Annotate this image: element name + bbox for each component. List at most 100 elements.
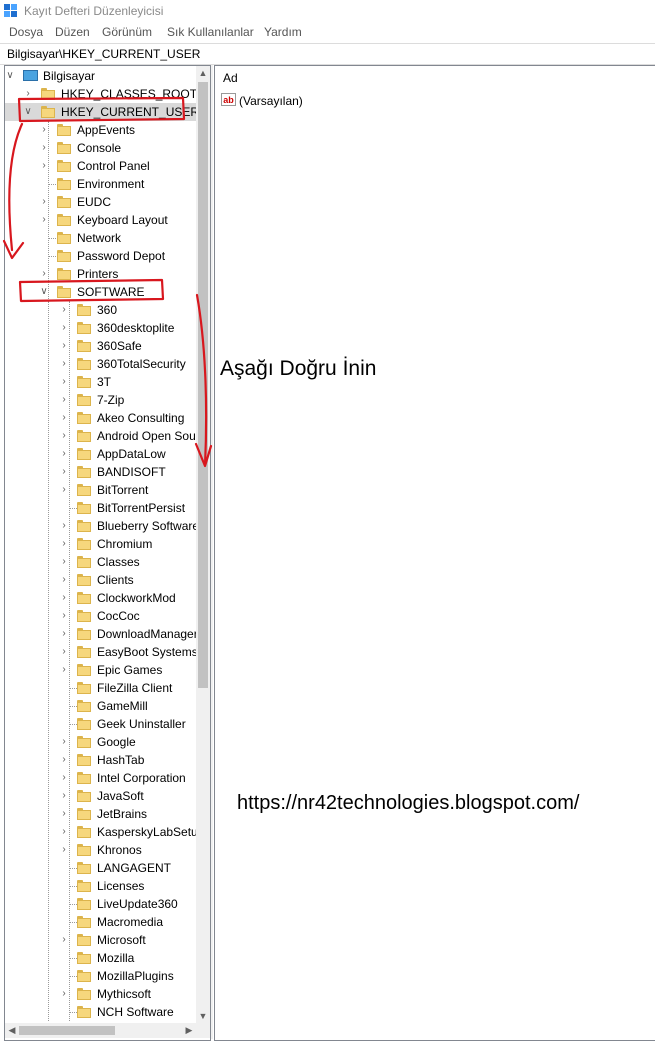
tree-item-jetbrains[interactable]: › JetBrains	[5, 805, 196, 823]
tree-item-bittorrent[interactable]: › BitTorrent	[5, 481, 196, 499]
tree-item-langagent[interactable]: LANGAGENT	[5, 859, 196, 877]
tree-item-hashtab[interactable]: › HashTab	[5, 751, 196, 769]
tree-item-7-zip[interactable]: › 7-Zip	[5, 391, 196, 409]
tree-item-keyboard-layout[interactable]: › Keyboard Layout	[5, 211, 196, 229]
tree-item-mozillaplugins[interactable]: MozillaPlugins	[5, 967, 196, 985]
tree-item-licenses[interactable]: Licenses	[5, 877, 196, 895]
tree-item-liveupdate360[interactable]: LiveUpdate360	[5, 895, 196, 913]
tree-item-bilgisayar[interactable]: ∨ Bilgisayar	[5, 67, 196, 85]
expand-chevron-icon[interactable]: ›	[59, 485, 69, 495]
expand-chevron-icon[interactable]: ›	[59, 611, 69, 621]
scroll-left-icon[interactable]: ◀	[5, 1023, 19, 1038]
tree-horizontal-scrollbar[interactable]: ◀ ▶	[5, 1023, 196, 1038]
scrollbar-thumb[interactable]	[198, 82, 208, 688]
expand-chevron-icon[interactable]: ›	[59, 665, 69, 675]
menu-help[interactable]: Yardım	[264, 25, 302, 39]
tree-item-microsoft[interactable]: › Microsoft	[5, 931, 196, 949]
expand-chevron-icon[interactable]: ›	[59, 791, 69, 801]
menu-file[interactable]: Dosya	[9, 25, 43, 39]
pane-splitter[interactable]	[211, 65, 213, 1039]
expand-chevron-icon[interactable]: ›	[59, 647, 69, 657]
expand-chevron-icon[interactable]: ›	[59, 935, 69, 945]
expand-chevron-icon[interactable]: ›	[59, 467, 69, 477]
expand-chevron-icon[interactable]: ›	[59, 773, 69, 783]
tree-item-software[interactable]: ∨ SOFTWARE	[5, 283, 196, 301]
expand-chevron-icon[interactable]: ›	[59, 557, 69, 567]
tree-item-android-open-sou[interactable]: › Android Open Sou	[5, 427, 196, 445]
tree-item-clients[interactable]: › Clients	[5, 571, 196, 589]
tree-item-network[interactable]: Network	[5, 229, 196, 247]
tree-vertical-scrollbar[interactable]: ▲ ▼	[196, 66, 210, 1023]
tree-item-akeo-consulting[interactable]: › Akeo Consulting	[5, 409, 196, 427]
tree-item-console[interactable]: › Console	[5, 139, 196, 157]
expand-chevron-icon[interactable]: ›	[59, 449, 69, 459]
tree-item-appdatalow[interactable]: › AppDataLow	[5, 445, 196, 463]
expand-chevron-icon[interactable]: ›	[59, 341, 69, 351]
tree-item-3t[interactable]: › 3T	[5, 373, 196, 391]
tree-item-chromium[interactable]: › Chromium	[5, 535, 196, 553]
tree-item-classes[interactable]: › Classes	[5, 553, 196, 571]
tree-item-eudc[interactable]: › EUDC	[5, 193, 196, 211]
tree-item-360safe[interactable]: › 360Safe	[5, 337, 196, 355]
expand-chevron-icon[interactable]: ›	[59, 575, 69, 585]
tree-item-epic-games[interactable]: › Epic Games	[5, 661, 196, 679]
tree-item-environment[interactable]: Environment	[5, 175, 196, 193]
expand-chevron-icon[interactable]: ›	[59, 845, 69, 855]
column-header-name[interactable]: Ad	[223, 71, 238, 85]
tree-item-downloadmanager[interactable]: › DownloadManager	[5, 625, 197, 643]
expand-chevron-icon[interactable]: ›	[59, 629, 69, 639]
tree-item-clockworkmod[interactable]: › ClockworkMod	[5, 589, 196, 607]
expand-chevron-icon[interactable]: ›	[59, 395, 69, 405]
tree-item-mozilla[interactable]: Mozilla	[5, 949, 196, 967]
hscrollbar-thumb[interactable]	[19, 1026, 115, 1035]
expand-chevron-icon[interactable]: ›	[59, 539, 69, 549]
tree-item-easyboot-systems[interactable]: › EasyBoot Systems	[5, 643, 197, 661]
expand-chevron-icon[interactable]: ›	[59, 305, 69, 315]
tree-pane[interactable]: ∨ Bilgisayar › HKEY_CLASSES_ROOT ∨ HKEY_CURRE…	[4, 65, 211, 1041]
scroll-up-icon[interactable]: ▲	[196, 66, 210, 80]
scroll-right-icon[interactable]: ▶	[182, 1023, 196, 1038]
tree-item-khronos[interactable]: › Khronos	[5, 841, 196, 859]
tree-item-blueberry-software[interactable]: › Blueberry Software	[5, 517, 199, 535]
tree-item-gamemill[interactable]: GameMill	[5, 697, 196, 715]
tree-item-coccoc[interactable]: › CocCoc	[5, 607, 196, 625]
expand-chevron-icon[interactable]: ›	[59, 377, 69, 387]
expand-chevron-icon[interactable]: ›	[59, 827, 69, 837]
menu-edit[interactable]: Düzen	[55, 25, 90, 39]
tree-item-appevents[interactable]: › AppEvents	[5, 121, 196, 139]
expand-chevron-icon[interactable]: ›	[59, 521, 69, 531]
menu-favorites[interactable]: Sık Kullanılanlar	[167, 25, 254, 39]
tree-item-geek-uninstaller[interactable]: Geek Uninstaller	[5, 715, 196, 733]
tree-item-bandisoft[interactable]: › BANDISOFT	[5, 463, 196, 481]
expand-chevron-icon[interactable]: ›	[59, 359, 69, 369]
tree-item-360totalsecurity[interactable]: › 360TotalSecurity	[5, 355, 196, 373]
tree-item-google[interactable]: › Google	[5, 733, 196, 751]
tree-item-macromedia[interactable]: Macromedia	[5, 913, 196, 931]
tree-item-javasoft[interactable]: › JavaSoft	[5, 787, 196, 805]
menu-view[interactable]: Görünüm	[102, 25, 152, 39]
tree-item-mythicsoft[interactable]: › Mythicsoft	[5, 985, 196, 1003]
tree-item-nch-software[interactable]: NCH Software	[5, 1003, 196, 1021]
tree-item-bittorrentpersist[interactable]: BitTorrentPersist	[5, 499, 196, 517]
tree-item-hkey-current-user[interactable]: ∨ HKEY_CURRENT_USER	[5, 103, 199, 121]
tree-item-hkey-classes-root[interactable]: › HKEY_CLASSES_ROOT	[5, 85, 197, 103]
tree-item-360desktoplite[interactable]: › 360desktoplite	[5, 319, 196, 337]
tree-item-password-depot[interactable]: Password Depot	[5, 247, 196, 265]
expand-chevron-icon[interactable]: ›	[59, 755, 69, 765]
expand-chevron-icon[interactable]: ›	[59, 593, 69, 603]
expand-chevron-icon[interactable]: ›	[59, 413, 69, 423]
expand-chevron-icon[interactable]: ›	[59, 323, 69, 333]
tree-item-360[interactable]: › 360	[5, 301, 196, 319]
tree-item-filezilla-client[interactable]: FileZilla Client	[5, 679, 196, 697]
expand-chevron-icon[interactable]: ›	[23, 89, 33, 99]
expand-chevron-icon[interactable]: ›	[59, 989, 69, 999]
collapse-chevron-icon[interactable]: ∨	[23, 107, 33, 117]
expand-chevron-icon[interactable]: ›	[59, 431, 69, 441]
collapse-chevron-icon[interactable]: ∨	[5, 71, 15, 81]
tree-item-intel-corporation[interactable]: › Intel Corporation	[5, 769, 196, 787]
expand-chevron-icon[interactable]: ›	[59, 737, 69, 747]
scroll-down-icon[interactable]: ▼	[196, 1009, 210, 1023]
tree-item-control-panel[interactable]: › Control Panel	[5, 157, 196, 175]
tree-item-kasperskylabsetup[interactable]: › KasperskyLabSetup	[5, 823, 204, 841]
expand-chevron-icon[interactable]: ›	[59, 809, 69, 819]
